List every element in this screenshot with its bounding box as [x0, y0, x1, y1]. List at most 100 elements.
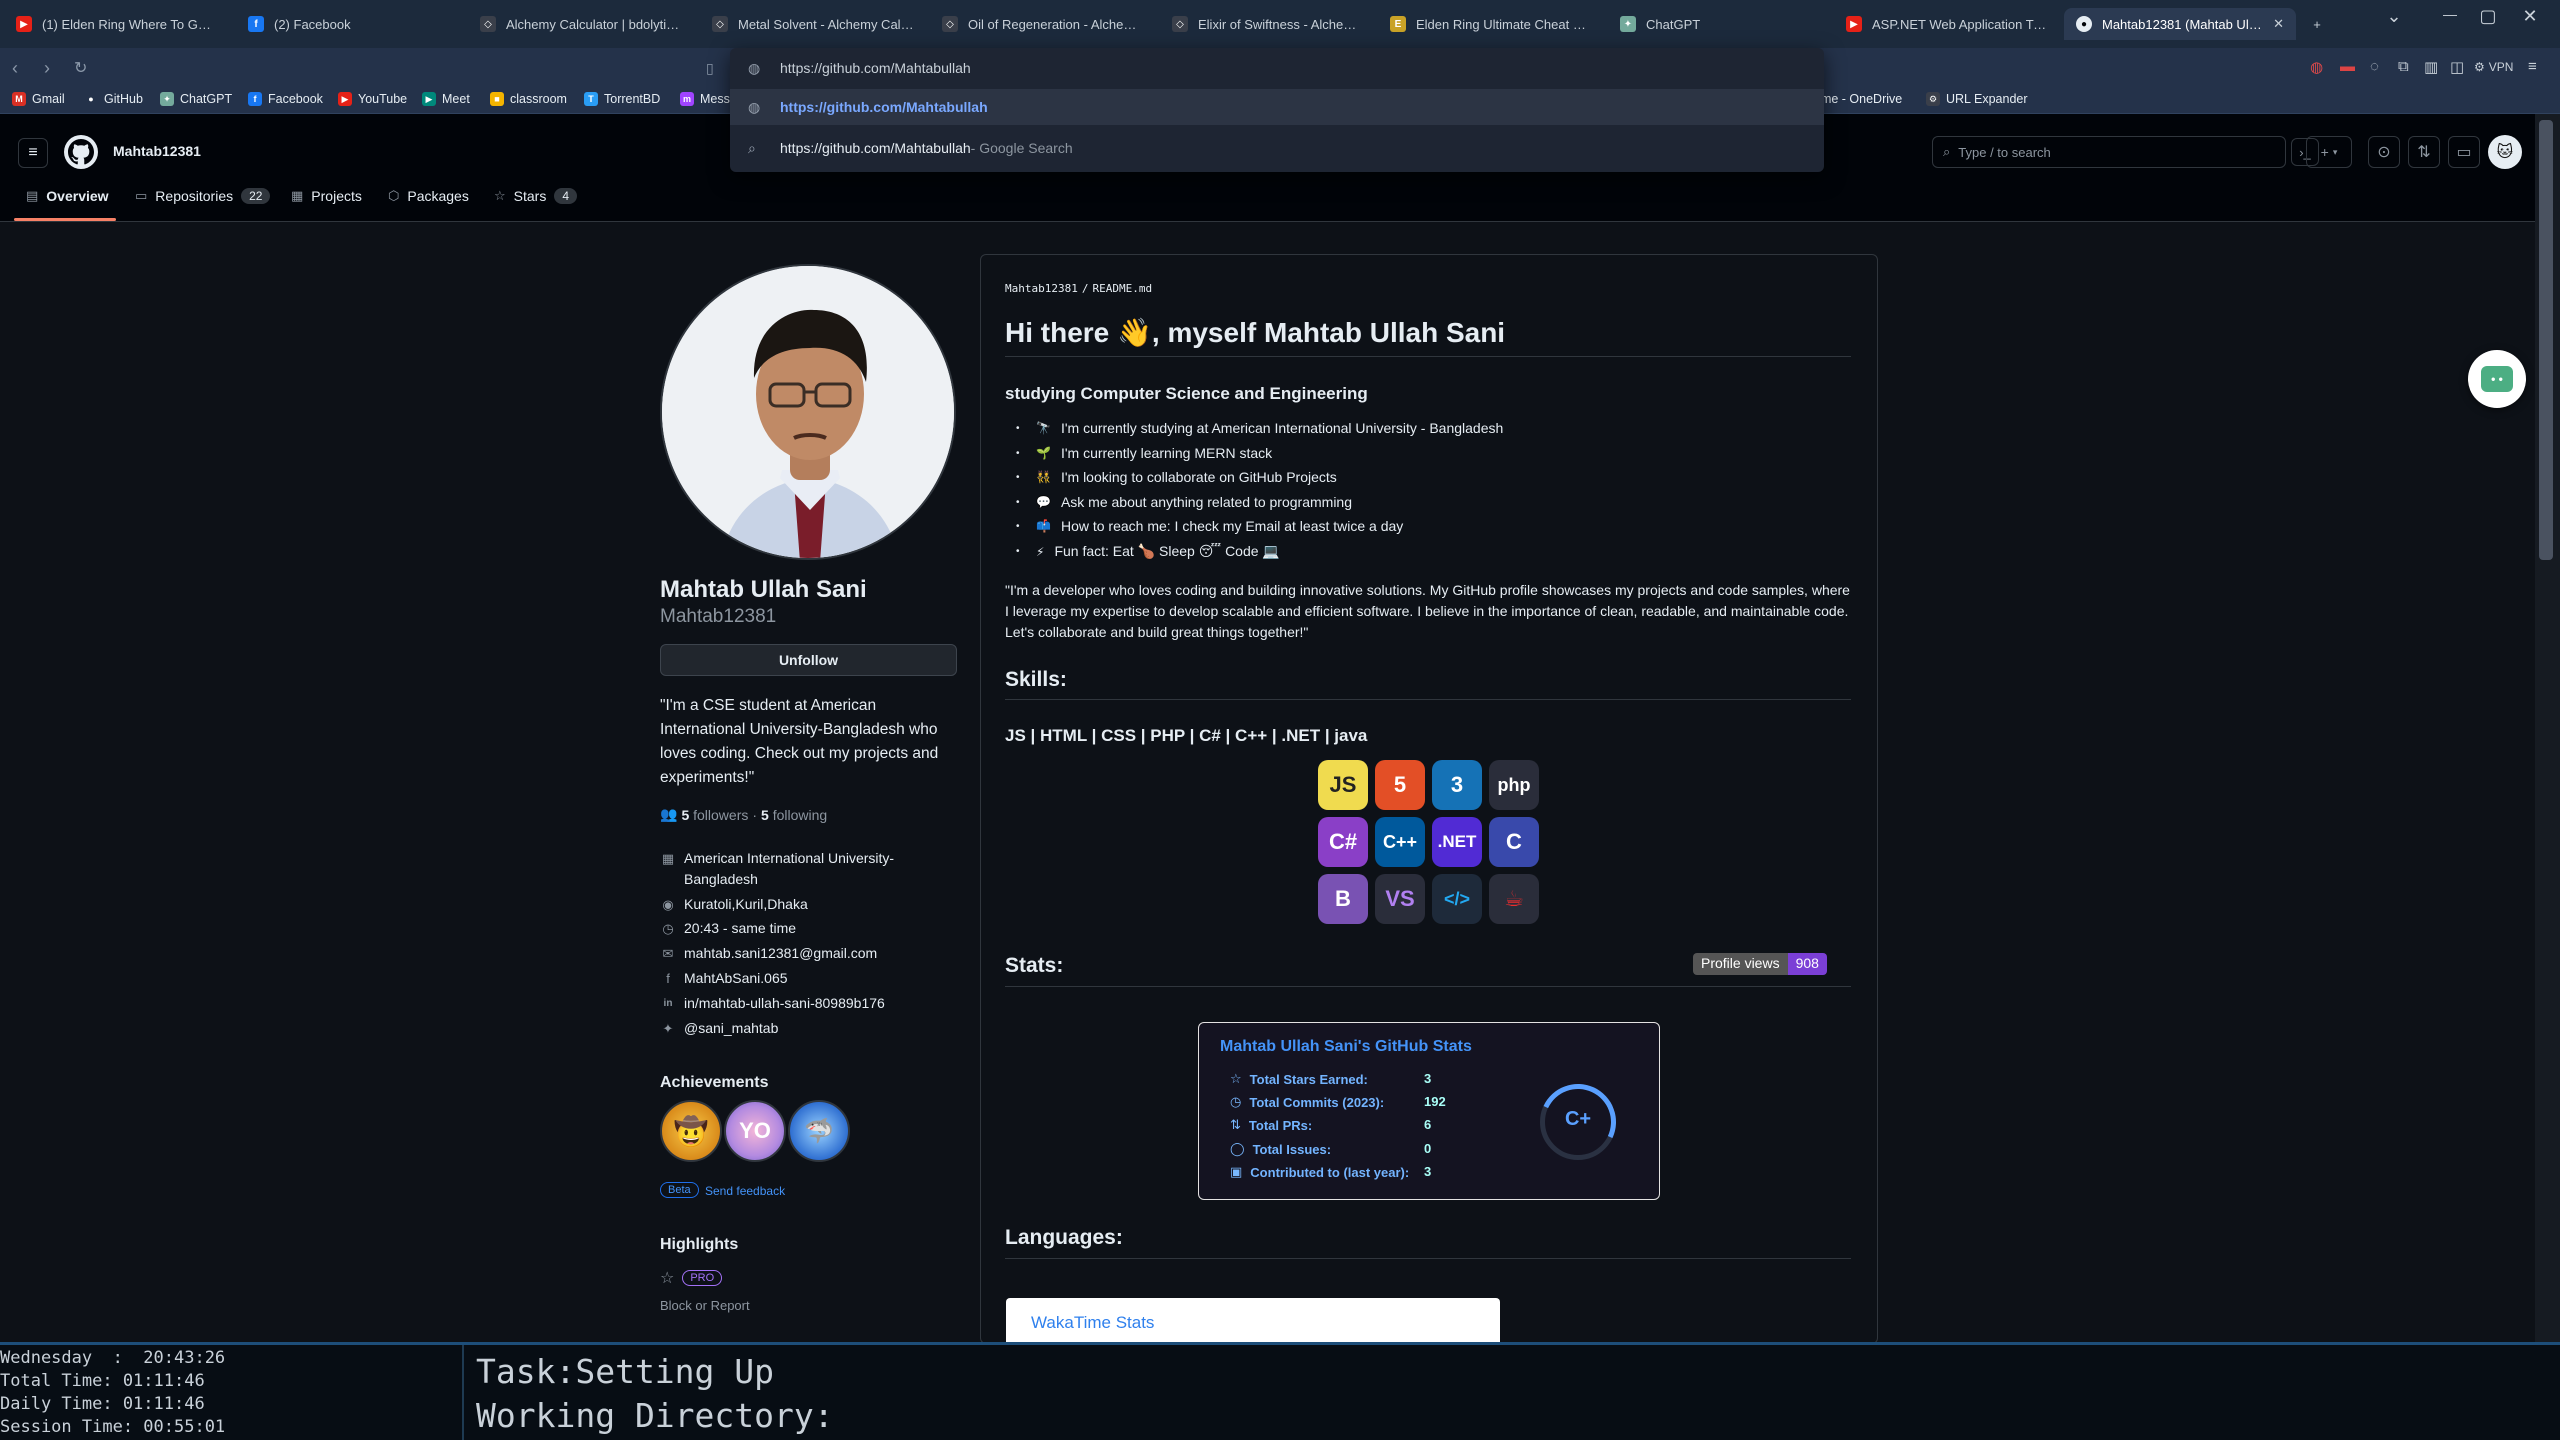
browser-tab[interactable]: E Elden Ring Ultimate Cheat Engine: [1378, 8, 1604, 40]
bookmark-meet[interactable]: ▶ Meet: [422, 92, 470, 106]
create-new-button[interactable]: + ▾: [2306, 136, 2352, 168]
new-tab-button[interactable]: +: [2302, 8, 2332, 40]
extension-icon[interactable]: ◍: [2310, 58, 2323, 76]
browser-tab[interactable]: ● Mahtab12381 (Mahtab Ullah S ✕: [2064, 8, 2296, 40]
omnibox-input[interactable]: ◍ https://github.com/Mahtabullah: [730, 50, 1824, 86]
vcard-email[interactable]: ✉ mahtab.sani12381@gmail.com: [660, 943, 960, 964]
pull-requests-button[interactable]: ⇅: [2408, 136, 2440, 168]
tab-search-button[interactable]: ⌄: [2374, 6, 2414, 27]
inbox-button[interactable]: ▭: [2448, 136, 2480, 168]
unfollow-button[interactable]: Unfollow: [660, 644, 957, 676]
user-avatar-menu[interactable]: 🐱: [2488, 135, 2522, 169]
achievement-badge-3[interactable]: 🦈: [788, 1100, 850, 1162]
vcard-twitter[interactable]: ✦ @sani_mahtab: [660, 1018, 960, 1039]
header-username[interactable]: Mahtab12381: [113, 143, 201, 159]
readme-path-user[interactable]: Mahtab12381: [1005, 282, 1078, 295]
bullet-dot: •: [1016, 423, 1020, 434]
send-feedback-link[interactable]: Send feedback: [705, 1184, 785, 1198]
skill-icon--icon: ☕: [1489, 874, 1539, 924]
bullet-dot: •: [1016, 497, 1020, 508]
profile-avatar[interactable]: [660, 264, 956, 560]
bookmark-label: YouTube: [358, 92, 408, 106]
browser-tab[interactable]: ▶ ASP.NET Web Application Tutorial:: [1834, 8, 2060, 40]
list-item-text: I'm looking to collaborate on GitHub Pro…: [1060, 469, 1337, 485]
caret-down-icon: ▾: [2332, 146, 2338, 157]
bookmark-gmail[interactable]: M Gmail: [12, 92, 65, 106]
forward-button[interactable]: ›: [44, 58, 50, 79]
reload-button[interactable]: ↻: [74, 58, 87, 78]
floating-assistant-button[interactable]: • •: [2468, 350, 2526, 408]
browser-tab[interactable]: ◇ Metal Solvent - Alchemy Calculator: [700, 8, 926, 40]
chat-icon: ◌: [2370, 58, 2379, 75]
bookmark-github[interactable]: ● GitHub: [84, 92, 143, 106]
git-pull-request-icon: ⇅: [1230, 1117, 1241, 1132]
tab-close-icon[interactable]: ✕: [2273, 16, 2284, 32]
browser-tab[interactable]: ◇ Alchemy Calculator | bdolytics - The: [468, 8, 694, 40]
readme-path-file[interactable]: README.md: [1092, 282, 1152, 295]
browser-tab[interactable]: f (2) Facebook: [236, 8, 462, 40]
maximize-icon: ▢: [2479, 6, 2497, 26]
location-icon: ◉: [662, 897, 674, 912]
hamburger-button[interactable]: ≡: [18, 138, 48, 168]
followers-link[interactable]: 5 followers: [681, 807, 748, 823]
bookmark-messe[interactable]: m Messe: [680, 92, 737, 106]
extension-icon-2[interactable]: ▬: [2340, 58, 2355, 75]
tab-layout-button[interactable]: ◫: [2450, 58, 2464, 76]
minimize-button[interactable]: —: [2430, 6, 2470, 22]
extension-icon-4[interactable]: ⧉: [2398, 58, 2409, 75]
star-icon: ☆: [494, 188, 506, 203]
bookmark-page-button[interactable]: ▯: [706, 60, 714, 77]
bookmark-facebook[interactable]: f Facebook: [248, 92, 323, 106]
browser-tab[interactable]: ◇ Oil of Regeneration - Alchemy Calc: [930, 8, 1156, 40]
issues-button[interactable]: ⊙: [2368, 136, 2400, 168]
bookmark-favicon-icon: ▶: [422, 92, 436, 106]
scrollbar-thumb[interactable]: [2539, 120, 2553, 560]
browser-tab[interactable]: ✦ ChatGPT: [1608, 8, 1828, 40]
bookmark-classroom[interactable]: ■ classroom: [490, 92, 567, 106]
bookmark-url-expander[interactable]: ⚙ URL Expander: [1926, 92, 2028, 106]
list-item-text: I'm currently studying at American Inter…: [1060, 420, 1504, 436]
rank-label: C+: [1564, 1108, 1592, 1130]
vcard-linkedin[interactable]: in in/mahtab-ullah-sani-80989b176: [660, 993, 960, 1014]
vcard-text: mahtab.sani12381@gmail.com: [684, 945, 878, 961]
vcard-facebook[interactable]: f MahtAbSani.065: [660, 968, 960, 989]
achievement-badge-2[interactable]: YO: [724, 1100, 786, 1162]
github-logo[interactable]: [64, 135, 98, 169]
reload-icon: ↻: [74, 60, 88, 77]
omnibox-suggestion-url[interactable]: ◍ https://github.com/Mahtabullah: [730, 89, 1824, 125]
bullet-dot: •: [1016, 472, 1020, 483]
profile-views-badge[interactable]: Profile views 908: [1693, 953, 1827, 975]
close-window-button[interactable]: ✕: [2510, 6, 2550, 27]
bookmark-torrentbd[interactable]: T TorrentBD: [584, 92, 660, 106]
tab-repositories[interactable]: ▭ Repositories 22: [135, 188, 271, 204]
maximize-button[interactable]: ▢: [2468, 6, 2508, 27]
omnibox-suggestion-search[interactable]: ⌕ https://github.com/Mahtabullah - Googl…: [730, 130, 1824, 166]
block-report-link[interactable]: Block or Report: [660, 1298, 750, 1313]
tab-projects[interactable]: ▦ Projects: [291, 188, 362, 204]
bookmark-youtube[interactable]: ▶ YouTube: [338, 92, 407, 106]
tab-overview[interactable]: ▤ Overview: [26, 188, 109, 204]
vpn-button[interactable]: ⚙ VPN: [2474, 60, 2513, 74]
bookmark-onedrive[interactable]: ome - OneDrive: [1814, 92, 1902, 106]
stat-value: 3: [1424, 1164, 1432, 1179]
back-button[interactable]: ‹: [12, 58, 18, 79]
browser-tab[interactable]: ◇ Elixir of Swiftness - Alchemy Calcul: [1160, 8, 1372, 40]
achievement-badge-1[interactable]: 🤠: [660, 1100, 722, 1162]
menu-button[interactable]: ≡: [2528, 58, 2537, 75]
search-input[interactable]: ⌕ Type / to search ›_: [1932, 136, 2319, 168]
browser-tab[interactable]: ▶ (1) Elden Ring Where To Go First | E: [4, 8, 230, 40]
following-link[interactable]: 5 following: [761, 807, 827, 823]
divider: [1005, 986, 1851, 987]
tab-stars[interactable]: ☆ Stars 4: [494, 188, 578, 204]
menu-icon: ≡: [2528, 58, 2537, 75]
people-icon: 👥: [660, 806, 678, 822]
tab-packages[interactable]: ⬡ Packages: [388, 188, 469, 204]
stat-value: 192: [1424, 1094, 1446, 1109]
minimize-icon: —: [2443, 6, 2457, 22]
list-item-text: I'm currently learning MERN stack: [1060, 445, 1273, 461]
bookmark-chatgpt[interactable]: ✦ ChatGPT: [160, 92, 232, 106]
emoji-icon: 👯: [1036, 470, 1051, 484]
extension-icon-3[interactable]: ◌: [2370, 58, 2379, 75]
sidebar-toggle-button[interactable]: ▥: [2424, 58, 2438, 76]
yolo-icon: YO: [739, 1118, 771, 1143]
